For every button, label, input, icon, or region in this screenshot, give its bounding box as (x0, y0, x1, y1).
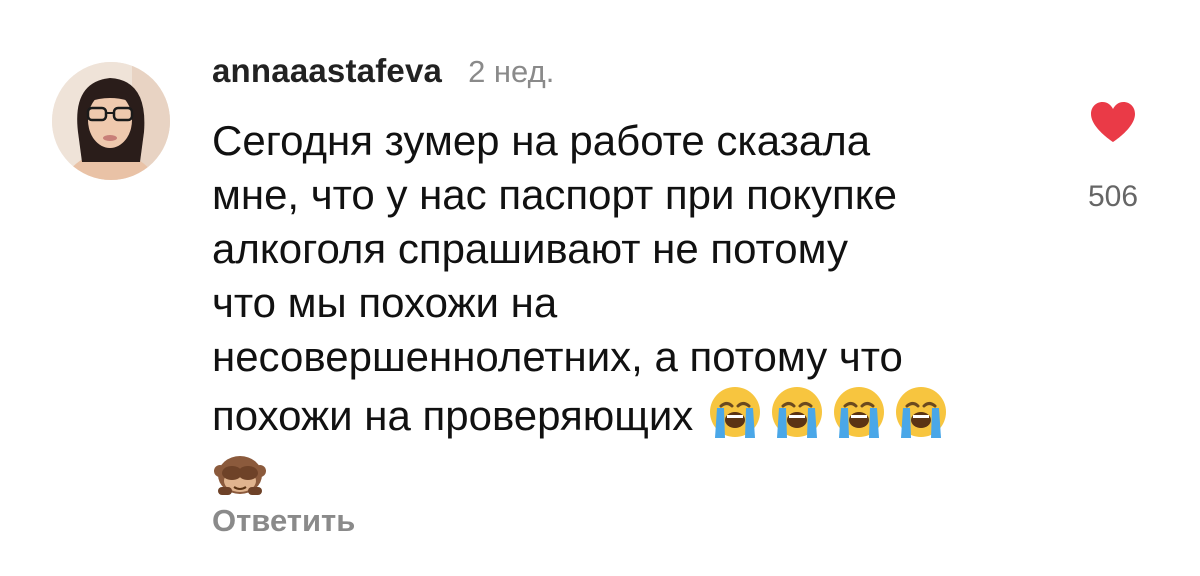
loudly-crying-face-icon (896, 387, 947, 438)
heart-icon[interactable] (1088, 100, 1138, 144)
like-control: 506 (1078, 100, 1148, 214)
see-no-evil-monkey-icon (214, 456, 266, 495)
comment-text: Сегодня зумер на работе сказала мне, что… (212, 114, 1042, 497)
comment-meta: annaaastafeva 2 нед. (212, 52, 1042, 100)
loudly-crying-face-icon (772, 387, 823, 438)
like-count: 506 (1087, 180, 1139, 213)
emoji-group-monkey (212, 443, 1042, 497)
username-link[interactable]: annaaastafeva (212, 52, 442, 90)
comment-item: annaaastafeva 2 нед. Сегодня зумер на ра… (0, 0, 1200, 576)
reply-button[interactable]: Ответить (212, 503, 355, 539)
avatar-image (52, 62, 170, 180)
timestamp: 2 нед. (468, 54, 555, 89)
emoji-group-crying (707, 384, 949, 440)
loudly-crying-face-icon (834, 387, 885, 438)
comment-body: annaaastafeva 2 нед. Сегодня зумер на ра… (212, 52, 1042, 497)
avatar[interactable] (52, 62, 170, 180)
loudly-crying-face-icon (710, 387, 761, 438)
